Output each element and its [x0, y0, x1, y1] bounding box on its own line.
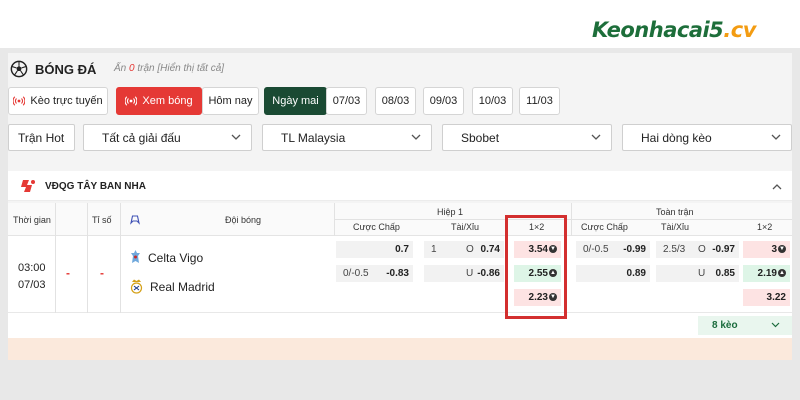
trend-up-icon: ▲: [549, 269, 557, 278]
odds-half-under[interactable]: U -0.86: [424, 265, 504, 282]
odds-half-1x2-home[interactable]: 3.54 ▼: [514, 241, 561, 258]
filter-today[interactable]: Hôm nay: [202, 87, 259, 115]
divider: [87, 203, 88, 236]
col-teams: Đội bóng: [225, 215, 262, 225]
divider: [120, 236, 121, 313]
more-odds-row: 8 kèo: [8, 313, 792, 338]
col-half-1x2: 1×2: [529, 222, 545, 232]
football-icon: [10, 60, 28, 78]
team-home[interactable]: Celta Vigo: [130, 250, 203, 265]
filter-live-odds[interactable]: Kèo trực tuyến: [8, 87, 108, 115]
col-half-over-under: Tài/Xỉu: [451, 222, 480, 232]
site-logo[interactable]: Keonhacai5.cv: [592, 18, 756, 42]
odds-table-header: Thời gian Tỉ số Đội bóng Hiệp 1 Toàn trậ…: [8, 203, 792, 236]
top-banner: Keonhacai5.cv: [0, 0, 800, 48]
match-row: 03:00 07/03 - - Celta Vigo Real Madrid 0…: [8, 236, 792, 313]
col-half-handicap: Cược Chấp: [353, 222, 400, 232]
filter-watch[interactable]: Xem bóng: [116, 87, 202, 115]
odds-lines-select[interactable]: Hai dòng kèo: [622, 124, 792, 151]
team-away[interactable]: Real Madrid: [130, 279, 215, 294]
odds-half-handicap-home[interactable]: 0.7: [336, 241, 413, 258]
divider: [120, 203, 121, 236]
trend-down-icon: ▼: [549, 293, 557, 302]
divider: [87, 236, 88, 313]
odds-half-over[interactable]: 1 O 0.74: [424, 241, 504, 258]
trend-up-icon: ▲: [778, 269, 786, 278]
trend-down-icon: ▼: [778, 245, 786, 254]
odds-full-handicap-home[interactable]: 0/-0.5 -0.99: [576, 241, 650, 258]
odds-panel: BÓNG ĐÁ Ẩn 0 trận [Hiển thị tất cả] Kèo …: [8, 53, 792, 360]
filter-date-1103[interactable]: 11/03: [519, 87, 560, 115]
col-time: Thời gian: [13, 215, 51, 225]
chevron-down-icon: [771, 134, 781, 140]
chevron-down-icon: [231, 134, 241, 140]
chevron-up-icon[interactable]: [772, 183, 782, 190]
col-full-1x2: 1×2: [757, 222, 773, 232]
real-madrid-crest-icon: [130, 279, 143, 294]
controller-icon: [130, 215, 140, 225]
col-score: Tỉ số: [92, 215, 112, 225]
odds-full-1x2-home[interactable]: 3 ▼: [743, 241, 790, 258]
col-full: Toàn trận: [656, 207, 694, 217]
odds-full-1x2-draw[interactable]: 2.19 ▲: [743, 265, 790, 282]
divider: [55, 203, 56, 236]
section-header: BÓNG ĐÁ Ẩn 0 trận [Hiển thị tất cả]: [8, 53, 792, 83]
odds-full-over[interactable]: 2.5/3 O -0.97: [656, 241, 739, 258]
odds-half-handicap-away[interactable]: 0/-0.5 -0.83: [336, 265, 413, 282]
hidden-matches-note[interactable]: Ẩn 0 trận [Hiển thị tất cả]: [114, 63, 224, 74]
broadcast-icon: [125, 96, 138, 106]
filter-tomorrow[interactable]: Ngày mai: [264, 87, 327, 115]
bookmaker-select[interactable]: Sbobet: [442, 124, 612, 151]
chevron-down-icon: [411, 134, 421, 140]
hot-matches-select[interactable]: Trận Hot: [8, 124, 75, 151]
league-name: VĐQG TÂY BAN NHA: [45, 181, 146, 192]
match-time: 03:00 07/03: [18, 262, 46, 291]
celta-crest-icon: [131, 250, 140, 263]
col-half: Hiệp 1: [437, 207, 464, 217]
filter-date-0803[interactable]: 08/03: [375, 87, 416, 115]
col-full-over-under: Tài/Xỉu: [661, 222, 690, 232]
filter-date-1003[interactable]: 10/03: [472, 87, 513, 115]
odds-half-1x2-away[interactable]: 2.23 ▼: [514, 289, 561, 306]
col-full-handicap: Cược Chấp: [581, 222, 628, 232]
odds-full-1x2-away[interactable]: 3.22: [743, 289, 790, 306]
filter-date-0703[interactable]: 07/03: [326, 87, 367, 115]
odds-full-handicap-away[interactable]: 0.89: [576, 265, 650, 282]
chevron-down-icon: [591, 134, 601, 140]
section-title: BÓNG ĐÁ: [35, 62, 97, 77]
broadcast-icon: [13, 96, 26, 106]
score-away: -: [100, 266, 104, 280]
odds-full-under[interactable]: U 0.85: [656, 265, 739, 282]
league-header[interactable]: VĐQG TÂY BAN NHA: [8, 171, 792, 201]
odds-half-1x2-draw[interactable]: 2.55 ▲: [514, 265, 561, 282]
timezone-select[interactable]: TL Malaysia: [262, 124, 432, 151]
laliga-logo-icon: [21, 180, 35, 192]
score-home: -: [66, 266, 70, 280]
divider: [55, 236, 56, 313]
next-section-strip: [8, 338, 792, 360]
trend-down-icon: ▼: [549, 245, 557, 254]
divider: [334, 219, 792, 220]
filter-date-0903[interactable]: 09/03: [423, 87, 464, 115]
chevron-down-icon: [771, 322, 780, 328]
league-select[interactable]: Tất cả giải đấu: [83, 124, 252, 151]
more-odds-button[interactable]: 8 kèo: [698, 316, 792, 335]
